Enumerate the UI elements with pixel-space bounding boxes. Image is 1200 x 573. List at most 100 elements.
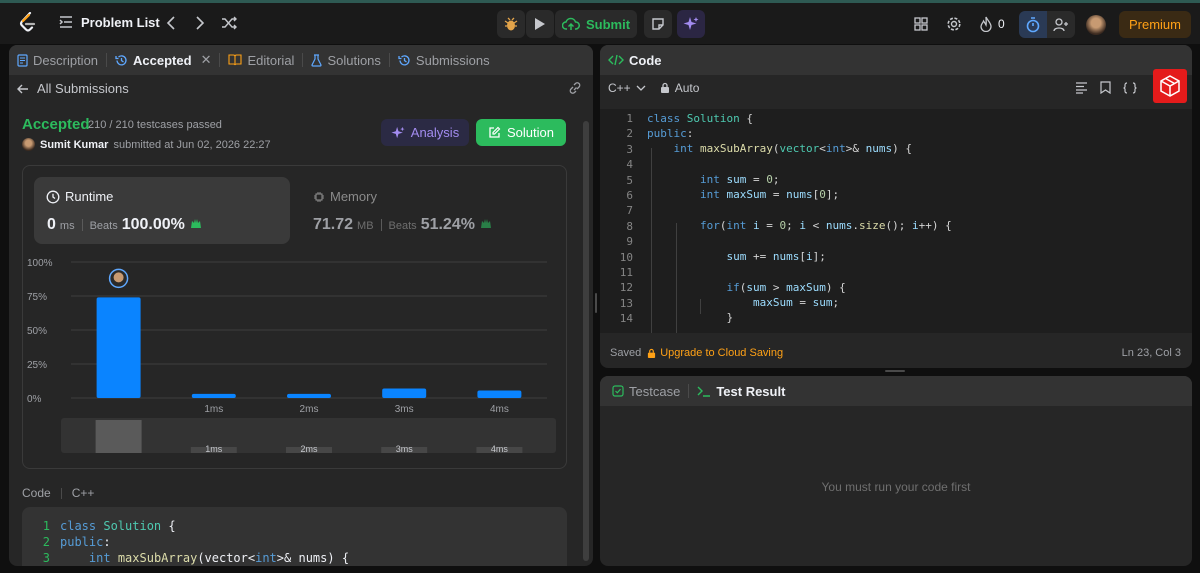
submitter-name[interactable]: Sumit Kumar — [40, 139, 108, 151]
braces-icon[interactable] — [1123, 81, 1137, 94]
tab-accepted[interactable]: Accepted ✕ — [107, 45, 219, 75]
lock-icon — [648, 348, 656, 358]
code-text: if(sum > maxSum) { — [726, 281, 846, 294]
code-section-title: Code — [22, 486, 51, 500]
layout-icon[interactable] — [912, 15, 930, 33]
code-text: sum += nums[i]; — [726, 250, 826, 263]
line-number: 3 — [626, 142, 633, 156]
memory-unit: MB — [357, 220, 374, 232]
terminal-icon — [697, 386, 711, 397]
timer-icon — [1026, 16, 1040, 32]
code-text: int maxSum = nums[0]; — [699, 188, 840, 201]
memory-header[interactable]: Memory — [313, 189, 377, 204]
solution-button[interactable]: Solution — [476, 119, 566, 146]
code-text: } — [647, 311, 734, 324]
bug-icon — [504, 17, 518, 31]
cloud-upload-icon — [561, 17, 580, 30]
submit-button[interactable]: Submit — [555, 10, 637, 38]
line-number: 1 — [42, 519, 50, 533]
history-icon — [115, 54, 127, 65]
premium-button[interactable]: Premium — [1119, 11, 1191, 38]
submitted-code-preview[interactable]: 1 class Solution { 2 public: 3 int maxSubA… — [22, 507, 567, 566]
tab-submissions[interactable]: Submissions — [390, 45, 498, 75]
runtime-unit: ms — [59, 220, 75, 232]
lock-icon — [660, 82, 669, 93]
line-number: 12 — [619, 281, 633, 295]
language-select[interactable]: C++ — [608, 81, 646, 95]
submission-panel: Description Accepted ✕ Editorial Solutio… — [9, 45, 593, 566]
history-icon — [398, 54, 410, 65]
code-text: maxSum = sum; — [752, 296, 840, 309]
shuffle-icon[interactable] — [220, 13, 238, 33]
code-text: int sum = 0; — [699, 173, 780, 186]
chevron-down-icon — [636, 85, 646, 91]
left-scrollbar[interactable] — [583, 121, 589, 566]
tab-solutions[interactable]: Solutions — [303, 45, 388, 75]
test-tabbar: Testcase Test Result — [600, 376, 1192, 406]
horizontal-resize-handle[interactable] — [885, 370, 905, 372]
book-icon — [228, 54, 243, 66]
analysis-button[interactable]: Analysis — [381, 119, 469, 146]
tab-testcase[interactable]: Testcase — [604, 376, 688, 406]
autosave-mode[interactable]: Auto — [660, 81, 700, 95]
close-tab-icon[interactable]: ✕ — [201, 52, 212, 68]
submitted-at: submitted at Jun 02, 2026 22:27 — [113, 138, 271, 151]
overview-label: 4ms — [491, 444, 509, 454]
sparkle-icon — [391, 126, 405, 138]
editor-tools — [1075, 81, 1137, 94]
performance-stats: Runtime 0 ms Beats 100.00% Memory 71.72 … — [22, 165, 567, 469]
streak-fire-icon[interactable] — [978, 15, 994, 33]
scrollbar-thumb[interactable] — [583, 121, 589, 561]
line-number: 1 — [626, 112, 633, 125]
run-button[interactable] — [526, 10, 554, 38]
runtime-beats-value: 100.00% — [121, 216, 185, 233]
code-tabbar: Code — [600, 45, 1192, 75]
gear-icon[interactable] — [945, 15, 963, 33]
problem-list-icon[interactable] — [58, 14, 74, 30]
chart-bar — [477, 390, 522, 398]
tab-editorial[interactable]: Editorial — [220, 45, 302, 75]
vertical-resize-handle[interactable] — [595, 293, 597, 313]
line-number: 3 — [42, 551, 50, 565]
all-submissions-link[interactable]: All Submissions — [17, 81, 129, 96]
format-icon[interactable] — [1075, 81, 1088, 94]
tab-code[interactable]: Code — [600, 45, 670, 75]
clock-icon — [46, 190, 60, 203]
tab-test-result[interactable]: Test Result — [689, 376, 793, 406]
leetcode-logo-icon[interactable] — [18, 11, 38, 35]
arrow-left-icon — [17, 84, 28, 93]
runtime-distribution-chart[interactable]: 100% 75% 50% 25% 0% 1ms 2ms 3ms 4ms 1ms 2ms 3ms 4ms — [23, 248, 568, 463]
note-button[interactable] — [644, 10, 672, 38]
tab-code-label: Code — [629, 52, 662, 68]
overview-label: 2ms — [300, 444, 318, 454]
timer-button[interactable] — [1019, 11, 1047, 38]
note-icon — [652, 18, 664, 30]
autosave-mode-label: Auto — [674, 81, 700, 95]
flask-icon — [311, 53, 323, 67]
runtime-card[interactable]: Runtime 0 ms Beats 100.00% — [34, 177, 290, 244]
test-panel: Testcase Test Result You must run your c… — [600, 376, 1192, 566]
invite-user-button[interactable] — [1047, 11, 1075, 38]
debug-button[interactable] — [497, 10, 525, 38]
user-avatar[interactable] — [1086, 15, 1106, 35]
x-tick-label: 4ms — [490, 404, 509, 415]
y-tick-label: 25% — [27, 360, 47, 371]
memory-beats-label: Beats — [388, 220, 417, 232]
tab-submissions-label: Submissions — [415, 52, 490, 68]
upgrade-cloud-saving-link[interactable]: Upgrade to Cloud Saving — [647, 347, 783, 359]
code-editor[interactable]: class Solution { public: int maxSubArray… — [600, 109, 1192, 333]
runtime-values: 0 ms Beats 100.00% — [47, 216, 203, 234]
problem-list-link[interactable]: Problem List — [81, 15, 160, 30]
code-line: 2 public: — [22, 534, 567, 550]
tab-description[interactable]: Description — [9, 45, 106, 75]
next-problem-icon[interactable] — [191, 13, 209, 33]
divider — [81, 219, 83, 231]
left-tabbar: Description Accepted ✕ Editorial Solutio… — [9, 45, 593, 75]
bookmark-icon[interactable] — [1100, 81, 1111, 94]
line-number: 11 — [619, 266, 633, 279]
divider — [60, 487, 62, 499]
share-link-icon[interactable] — [567, 81, 583, 98]
extension-cube-icon[interactable] — [1153, 69, 1187, 103]
ai-assistant-button[interactable] — [677, 10, 705, 38]
prev-problem-icon[interactable] — [162, 13, 180, 33]
